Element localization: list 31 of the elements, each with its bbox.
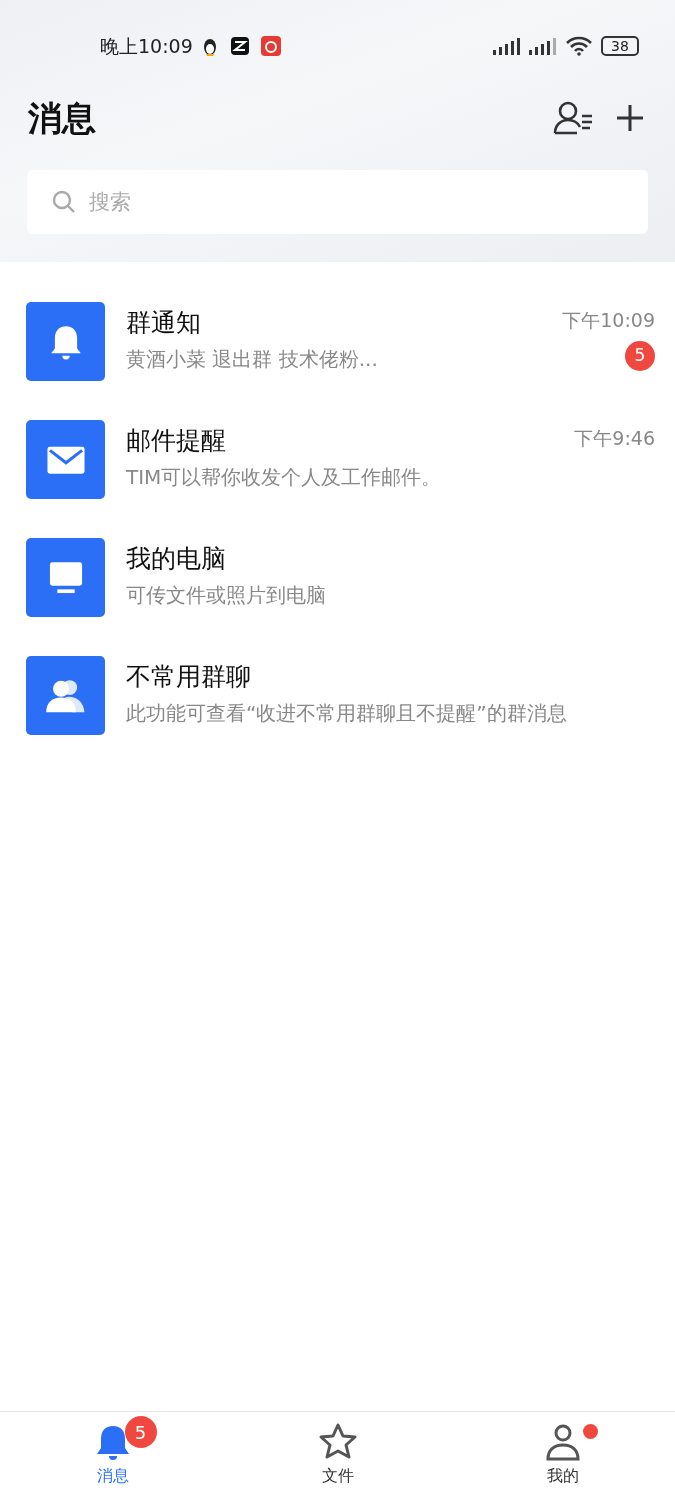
message-preview: 此功能可查看“收进不常用群聊且不提醒”的群消息: [126, 700, 568, 727]
conversation-title: 邮件提醒: [126, 426, 227, 456]
conversation-title: 群通知: [126, 308, 202, 338]
search-icon: [52, 190, 76, 214]
nav-tab[interactable]: 文件: [225, 1412, 450, 1500]
conversation-item[interactable]: 我的电脑 可传文件或照片到电脑: [0, 518, 675, 636]
badge-count: 5: [124, 1416, 157, 1448]
nav-tab[interactable]: 消息 5: [0, 1412, 225, 1500]
contacts-icon[interactable]: [553, 101, 593, 135]
app-icon: [230, 37, 249, 55]
page-title: 消息: [28, 97, 96, 139]
message-time: 下午10:09: [562, 308, 655, 333]
signal-icon: [491, 36, 521, 56]
message-time: 下午9:46: [574, 426, 655, 451]
add-icon[interactable]: [615, 103, 645, 133]
status-time: 晚上10:09: [100, 33, 193, 59]
message-preview: TIM可以帮你收发个人及工作邮件。: [126, 464, 443, 491]
conversation-item[interactable]: 群通知 黄酒小菜 退出群 技术佬粉... 下午10:09 5: [0, 282, 675, 400]
message-preview: 黄酒小菜 退出群 技术佬粉...: [126, 346, 379, 373]
signal-icon: [527, 36, 557, 56]
conversation-item[interactable]: 不常用群聊 此功能可查看“收进不常用群聊且不提醒”的群消息: [0, 636, 675, 754]
music-app-icon: [260, 36, 281, 56]
unread-count: 5: [625, 340, 655, 371]
message-preview: 可传文件或照片到电脑: [126, 582, 327, 609]
nav-tab[interactable]: 我的: [450, 1412, 675, 1500]
search-field[interactable]: 搜索: [27, 170, 648, 234]
conversation-title: 不常用群聊: [126, 662, 252, 692]
wifi-icon: [565, 36, 593, 56]
conversation-title: 我的电脑: [126, 544, 227, 574]
battery-indicator: 38: [601, 36, 639, 56]
conversation-item[interactable]: 邮件提醒 TIM可以帮你收发个人及工作邮件。 下午9:46: [0, 400, 675, 518]
